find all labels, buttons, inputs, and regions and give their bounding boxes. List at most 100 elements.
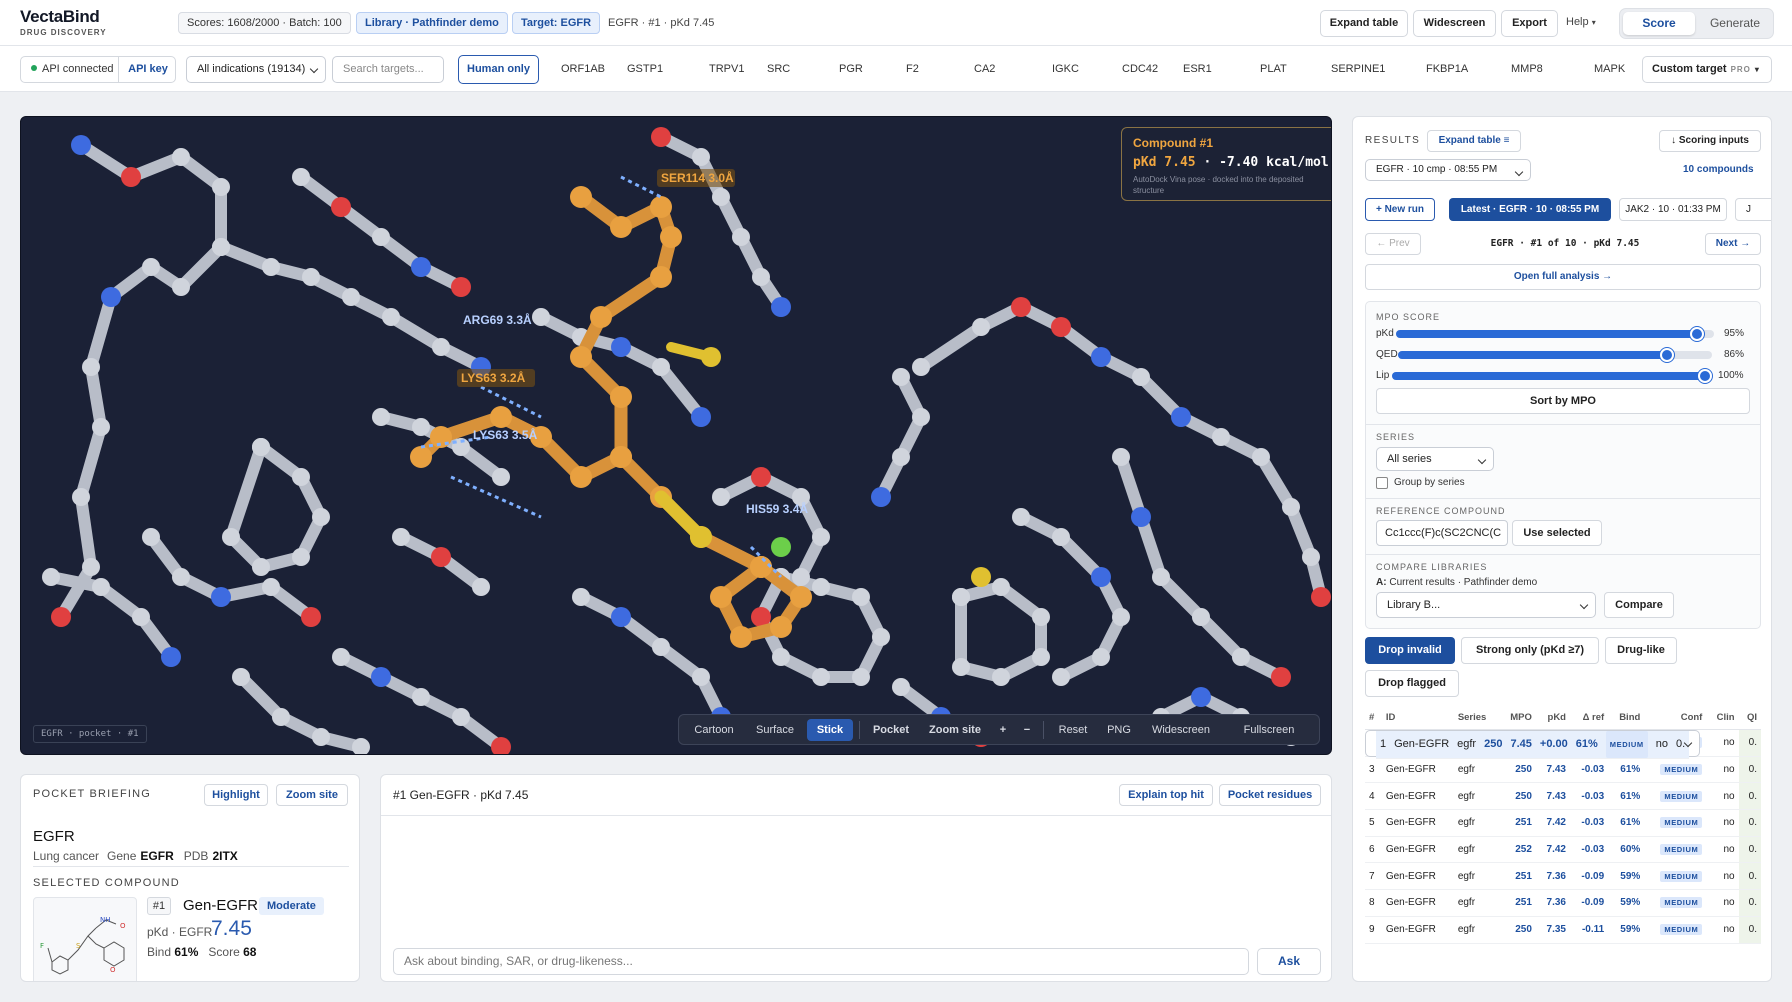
export-button[interactable]: Export <box>1501 10 1558 37</box>
atom[interactable] <box>212 238 230 256</box>
run-tab-more[interactable]: J <box>1735 198 1771 221</box>
atom[interactable] <box>301 607 321 627</box>
atom[interactable] <box>371 667 391 687</box>
atom[interactable] <box>142 258 160 276</box>
reference-smiles-input[interactable]: Cc1ccc(F)c(SC2CNC(C <box>1376 520 1508 546</box>
atom[interactable] <box>1091 347 1111 367</box>
atom[interactable] <box>262 258 280 276</box>
human-only-toggle[interactable]: Human only <box>458 55 539 84</box>
column-header[interactable]: Bind <box>1608 707 1645 730</box>
target-chip[interactable]: CDC42 <box>1122 63 1158 75</box>
atom[interactable] <box>411 257 431 277</box>
target-chip[interactable]: CA2 <box>974 63 995 75</box>
atom[interactable] <box>452 708 470 726</box>
atom[interactable] <box>872 628 890 646</box>
atom[interactable] <box>572 588 590 606</box>
sort-by-mpo-button[interactable]: Sort by MPO <box>1376 388 1750 414</box>
atom[interactable] <box>650 196 672 218</box>
atom[interactable] <box>570 466 592 488</box>
atom[interactable] <box>451 277 471 297</box>
target-chip[interactable]: IGKC <box>1052 63 1079 75</box>
atom[interactable] <box>82 558 100 576</box>
column-header[interactable]: pKd <box>1535 707 1570 730</box>
expand-table-button[interactable]: Expand table <box>1320 10 1408 37</box>
atom[interactable] <box>432 338 450 356</box>
atom[interactable] <box>302 268 320 286</box>
atom[interactable] <box>692 668 710 686</box>
atom[interactable] <box>892 678 910 696</box>
atom[interactable] <box>892 448 910 466</box>
explain-top-hit-button[interactable]: Explain top hit <box>1119 784 1213 806</box>
atom[interactable] <box>971 567 991 587</box>
pkd-slider[interactable] <box>1396 327 1714 341</box>
atom[interactable] <box>121 167 141 187</box>
target-chip[interactable]: MMP8 <box>1511 63 1543 75</box>
target-chip[interactable]: GSTP1 <box>627 63 663 75</box>
drug-like-button[interactable]: Drug-like <box>1605 637 1677 664</box>
tab-score[interactable]: Score <box>1623 12 1695 35</box>
atom[interactable] <box>992 578 1010 596</box>
atom[interactable] <box>1032 608 1050 626</box>
atom[interactable] <box>1302 548 1320 566</box>
atom[interactable] <box>82 358 100 376</box>
table-row[interactable]: 1 Gen-EGFR egfr 250 7.45 +0.00 61% MEDIUM no 0. <box>1365 729 1701 759</box>
zoom-site-button[interactable]: Zoom site <box>921 719 989 741</box>
ask-button[interactable]: Ask <box>1257 948 1321 975</box>
atom[interactable] <box>222 528 240 546</box>
lip-slider[interactable] <box>1392 369 1712 383</box>
series-select[interactable]: All series <box>1376 447 1494 471</box>
atom[interactable] <box>812 668 830 686</box>
atom[interactable] <box>812 528 830 546</box>
chat-input[interactable]: Ask about binding, SAR, or drug-likeness… <box>393 948 1249 975</box>
atom[interactable] <box>272 708 290 726</box>
target-chip[interactable]: FKBP1A <box>1426 63 1468 75</box>
atom[interactable] <box>1112 448 1130 466</box>
atom[interactable] <box>1012 508 1030 526</box>
atom[interactable] <box>1032 648 1050 666</box>
atom[interactable] <box>812 578 830 596</box>
column-header[interactable]: QI <box>1738 707 1761 730</box>
atom[interactable] <box>992 668 1010 686</box>
table-row[interactable]: 6 Gen-EGFR egfr 252 7.42 -0.03 60% MEDIUM no 0. <box>1365 836 1761 864</box>
atom[interactable] <box>871 487 891 507</box>
atom[interactable] <box>611 607 631 627</box>
atom[interactable] <box>410 446 432 468</box>
atom[interactable] <box>232 668 250 686</box>
atom[interactable] <box>312 728 330 746</box>
atom[interactable] <box>660 226 682 248</box>
atom[interactable] <box>610 446 632 468</box>
atom[interactable] <box>72 488 90 506</box>
run-select[interactable]: EGFR · 10 cmp · 08:55 PM <box>1365 159 1531 181</box>
atom[interactable] <box>382 308 400 326</box>
atom[interactable] <box>92 418 110 436</box>
atom[interactable] <box>431 547 451 567</box>
atom[interactable] <box>1092 648 1110 666</box>
atom[interactable] <box>1271 667 1291 687</box>
atom[interactable] <box>730 626 752 648</box>
atom[interactable] <box>1232 648 1250 666</box>
target-chip[interactable]: TRPV1 <box>709 63 744 75</box>
molecule-viewer[interactable]: SER114 3.0Å ARG69 3.3Å LYS63 3.2Å LYS63 3.5… <box>20 116 1332 755</box>
target-chip[interactable]: ESR1 <box>1183 63 1212 75</box>
target-chip[interactable]: ORF1AB <box>561 63 605 75</box>
atom[interactable] <box>771 537 791 557</box>
target-badge[interactable]: Target: EGFR <box>512 12 601 34</box>
atom[interactable] <box>132 608 150 626</box>
library-badge[interactable]: Library · Pathfinder demo <box>356 12 508 34</box>
atom[interactable] <box>392 528 410 546</box>
results-expand-button[interactable]: Expand table ≡ <box>1427 130 1521 152</box>
atom[interactable] <box>372 228 390 246</box>
run-tab-latest[interactable]: Latest · EGFR · 10 · 08:55 PM <box>1449 198 1611 221</box>
atom[interactable] <box>1171 407 1191 427</box>
atom[interactable] <box>892 368 910 386</box>
atom[interactable] <box>1252 448 1270 466</box>
atom[interactable] <box>952 588 970 606</box>
atom[interactable] <box>1282 498 1300 516</box>
atom[interactable] <box>1311 587 1331 607</box>
atom[interactable] <box>972 318 990 336</box>
atom[interactable] <box>430 426 452 448</box>
atom[interactable] <box>750 556 772 578</box>
atom[interactable] <box>570 186 592 208</box>
table-row[interactable]: 9 Gen-EGFR egfr 250 7.35 -0.11 59% MEDIUM no 0. <box>1365 916 1761 944</box>
target-chip[interactable]: SERPINE1 <box>1331 63 1385 75</box>
